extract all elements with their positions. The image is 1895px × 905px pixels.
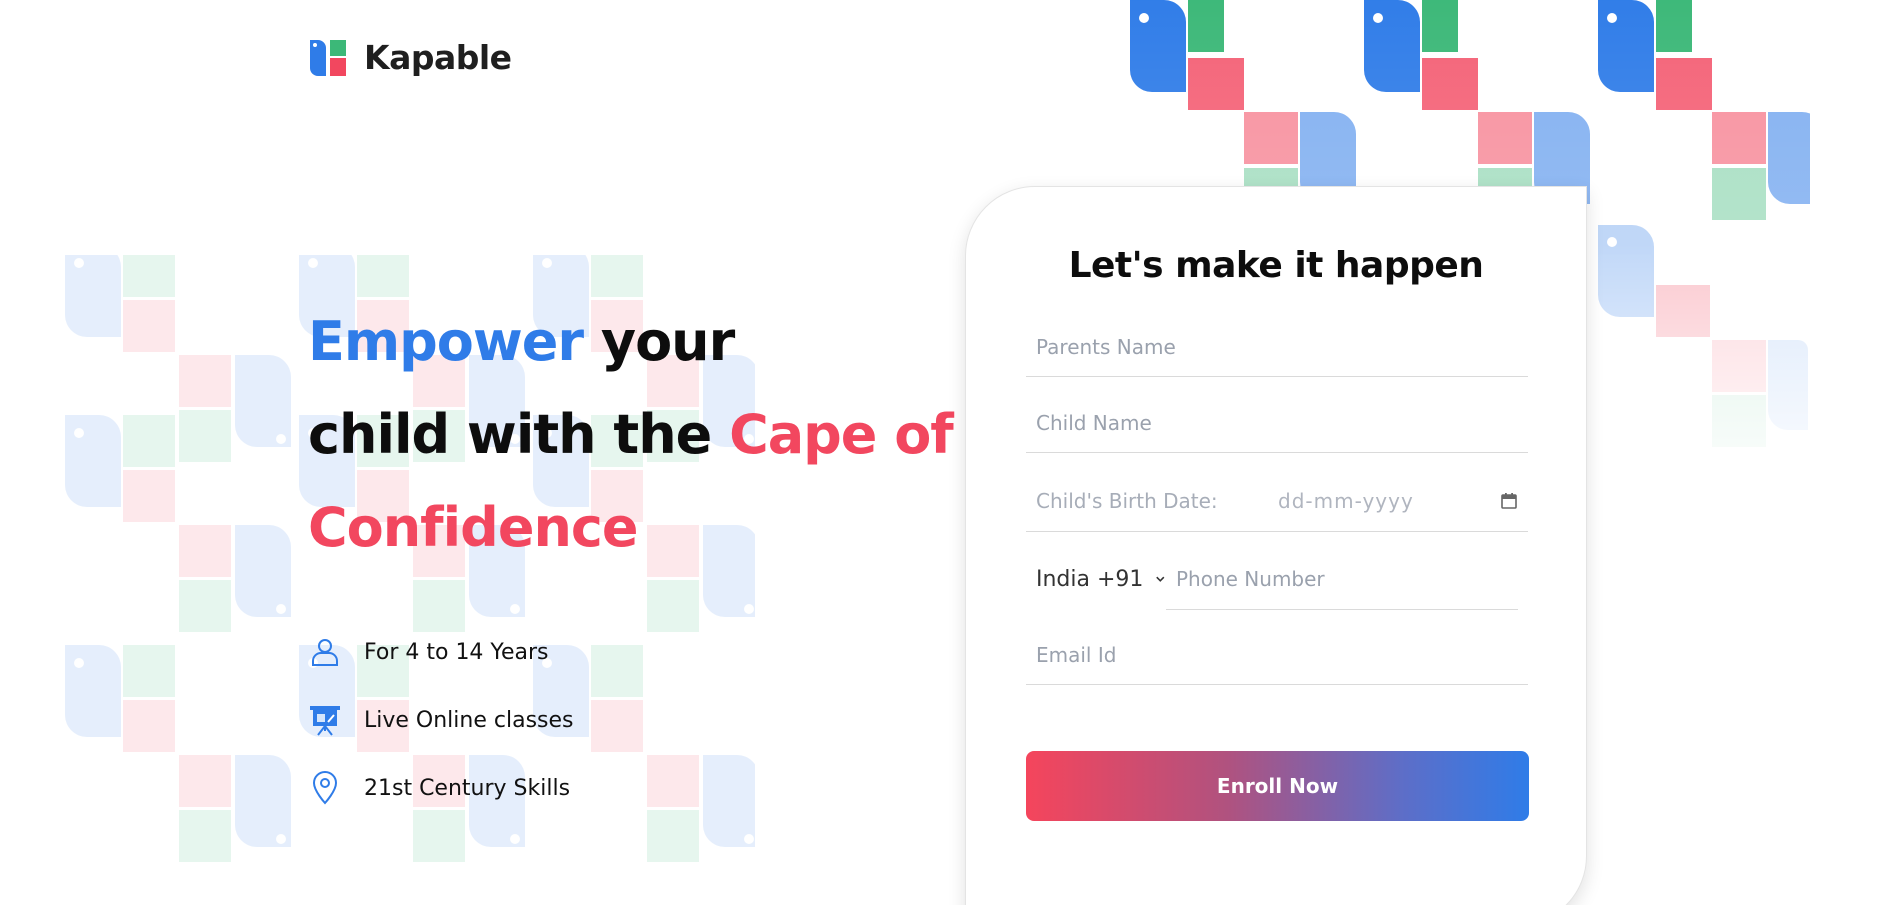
headline-highlight-confidence: Confidence <box>308 496 639 559</box>
phone-number-input[interactable] <box>1166 548 1538 609</box>
child-name-input[interactable] <box>1026 393 1528 452</box>
brand-logo[interactable]: Kapable <box>308 36 512 78</box>
chevron-down-icon <box>1156 576 1165 582</box>
brand-name: Kapable <box>364 37 512 77</box>
country-code-select[interactable]: India +91 <box>1026 548 1166 610</box>
feature-list: For 4 to 14 Years Live Online classes 21… <box>308 618 968 822</box>
headline-highlight-cape: Cape of <box>729 403 954 466</box>
feature-item-skills: 21st Century Skills <box>308 754 968 822</box>
feature-item-age: For 4 to 14 Years <box>308 618 968 686</box>
email-field <box>1026 625 1528 685</box>
feature-item-online: Live Online classes <box>308 686 968 754</box>
phone-field <box>1166 548 1538 610</box>
calendar-icon[interactable] <box>1500 492 1518 510</box>
email-input[interactable] <box>1026 625 1528 684</box>
enroll-form-card: Let's make it happen Child's Birth Date:… <box>965 186 1587 905</box>
child-name-field <box>1026 393 1528 453</box>
feature-label: For 4 to 14 Years <box>364 639 549 665</box>
presentation-icon <box>308 703 342 737</box>
headline-text: your <box>583 310 735 373</box>
enroll-now-button[interactable]: Enroll Now <box>1026 751 1529 821</box>
location-pin-icon <box>308 771 342 805</box>
birth-date-label: Child's Birth Date: <box>1036 488 1218 513</box>
birth-date-input[interactable]: Child's Birth Date: dd-mm-yyyy <box>1026 470 1528 532</box>
user-icon <box>308 635 342 669</box>
parents-name-field <box>1026 317 1528 377</box>
headline-text: child with the <box>308 403 730 466</box>
headline-highlight-empower: Empower <box>308 310 584 373</box>
country-code-value: India +91 <box>1036 566 1144 592</box>
birth-date-placeholder: dd-mm-yyyy <box>1278 488 1414 513</box>
hero-section: Empower your child with the Cape of Conf… <box>308 295 968 822</box>
feature-label: 21st Century Skills <box>364 775 571 801</box>
landing-page: Kapable Empower your child with the Cape… <box>0 0 1895 905</box>
parents-name-input[interactable] <box>1026 317 1528 376</box>
phone-row: India +91 <box>1026 548 1538 610</box>
kapable-logo-icon <box>310 40 346 76</box>
form-title: Let's make it happen <box>1068 245 1484 286</box>
hero-headline: Empower your child with the Cape of Conf… <box>308 295 968 574</box>
feature-label: Live Online classes <box>364 707 574 733</box>
